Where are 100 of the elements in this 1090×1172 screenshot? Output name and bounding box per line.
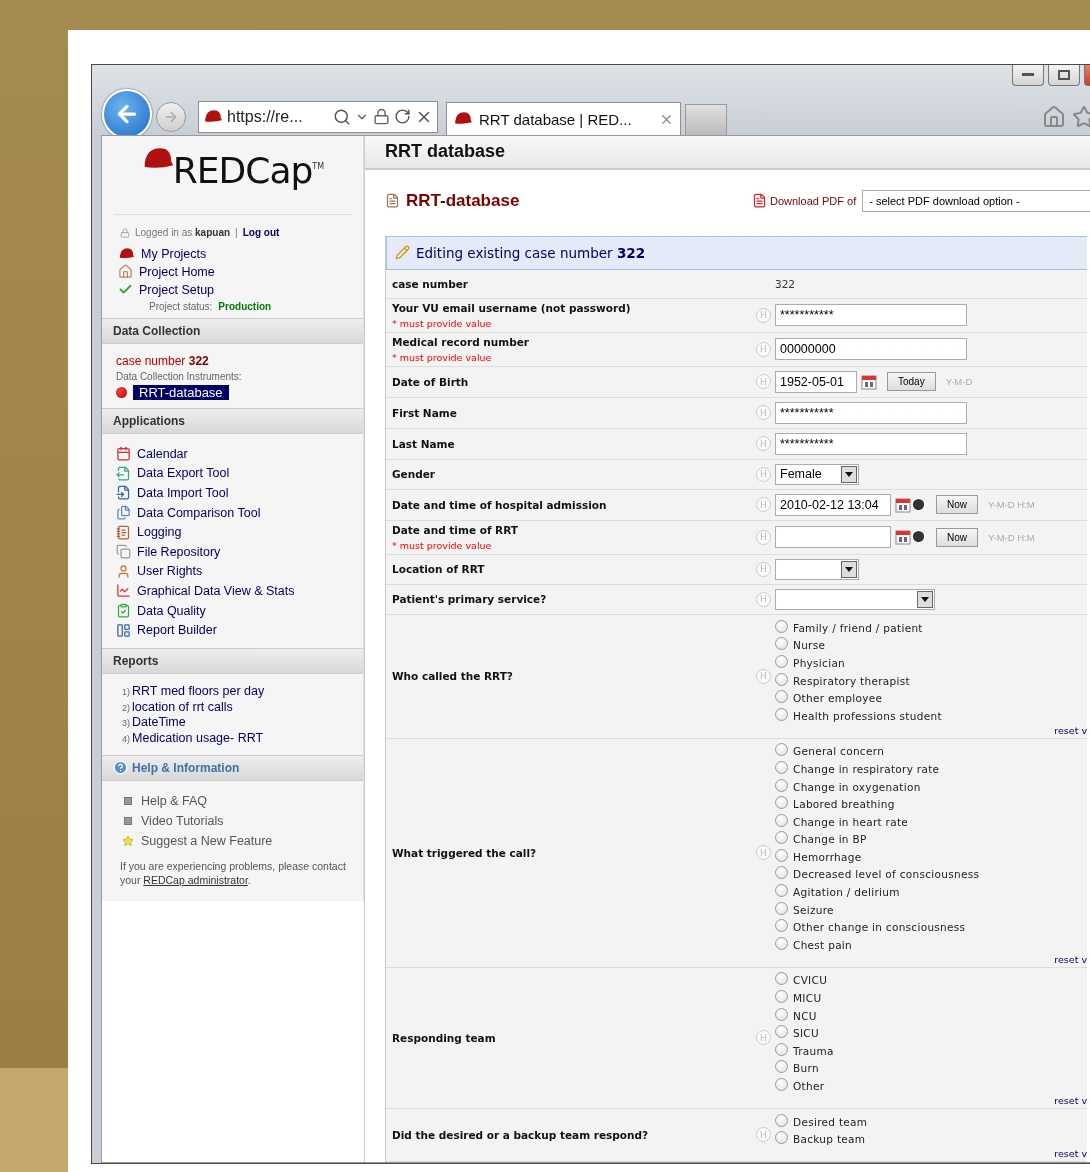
admin-link[interactable]: REDCap administrator xyxy=(143,873,248,886)
format-hint: Y-M-D xyxy=(945,376,973,388)
radio-option[interactable]: Labored breathing xyxy=(775,795,1087,813)
radio-option[interactable]: Health professions student xyxy=(775,706,1087,725)
field-label: Your VU email username (not password) xyxy=(392,301,632,314)
field-label: Responding team xyxy=(392,1031,497,1044)
required-note: * must provide value xyxy=(392,317,493,329)
reset-link[interactable]: reset v xyxy=(1054,953,1087,965)
browser-tab[interactable]: RRT database | RED... xyxy=(446,101,681,136)
radio-option[interactable]: NCU xyxy=(775,1006,1087,1025)
section-header: Applications xyxy=(102,408,363,434)
report-link[interactable]: 1) RRT med floors per day xyxy=(116,683,363,700)
reset-link[interactable]: reset v xyxy=(1054,1094,1087,1106)
pdf-dropdown[interactable]: - select PDF download option - xyxy=(862,189,1090,212)
report-link[interactable]: 4) Medication usage- RRT xyxy=(116,731,363,747)
text-field[interactable]: 00000000 xyxy=(775,338,967,361)
radio-option[interactable]: Change in oxygenation xyxy=(775,777,1087,796)
logout-link[interactable]: Log out xyxy=(242,227,280,238)
app-link[interactable]: Data Export Tool xyxy=(116,463,363,484)
radio-option[interactable]: Change in BP xyxy=(775,830,1087,849)
radio-option[interactable]: General concern xyxy=(775,742,1087,761)
field-label: Gender xyxy=(392,468,437,481)
radio-option[interactable]: Change in heart rate xyxy=(775,812,1087,831)
login-text: Logged in as kapuan xyxy=(135,227,231,238)
radio-option[interactable]: Seizure xyxy=(775,900,1087,919)
format-hint: Y-M-D H:M xyxy=(988,499,1035,511)
project-status: Project status: Production xyxy=(148,300,273,314)
radio-option[interactable]: Agitation / delirium xyxy=(775,883,1087,901)
field-label: Who called the RRT? xyxy=(392,670,514,683)
section-header: Help & Information xyxy=(102,754,363,781)
field-label: Location of RRT xyxy=(392,563,486,576)
field-label: Date of Birth xyxy=(392,375,470,388)
logo-text: REDCap xyxy=(172,150,313,191)
format-hint: Y-M-D H:M xyxy=(988,531,1035,543)
required-note: * must provide value xyxy=(392,351,493,363)
field-label: First Name xyxy=(392,406,458,419)
help-note: If you are experiencing problems, please contact your REDCap administrator. xyxy=(120,858,347,887)
app-link[interactable]: Graphical Data View & Stats xyxy=(116,581,363,601)
app-link[interactable]: File Repository xyxy=(116,541,363,562)
app-link[interactable]: Data Comparison Tool xyxy=(116,502,363,523)
radio-option[interactable]: Decreased level of consciousness xyxy=(775,865,1087,884)
radio-option[interactable]: Backup team xyxy=(775,1130,1087,1148)
radio-option[interactable]: MICU xyxy=(775,989,1087,1007)
app-link[interactable]: Report Builder xyxy=(116,620,363,640)
radio-option[interactable]: Chest pain xyxy=(775,936,1087,954)
radio-option[interactable]: Other xyxy=(775,1077,1087,1095)
radio-option[interactable]: Desired team xyxy=(775,1112,1087,1131)
report-link[interactable]: 3) DateTime xyxy=(116,715,363,731)
instruments-label: Data Collection Instruments: xyxy=(116,371,243,382)
radio-option[interactable]: Physician xyxy=(775,654,1087,672)
text-field[interactable]: *********** xyxy=(775,432,967,455)
app-link[interactable]: User Rights xyxy=(116,561,363,582)
text-field[interactable]: *********** xyxy=(775,401,967,424)
date-field[interactable]: 1952-05-01 xyxy=(775,370,857,393)
editing-text: Editing existing case number 322 xyxy=(416,244,646,261)
radio-option[interactable]: Change in respiratory rate xyxy=(775,760,1087,778)
help-link[interactable]: Video Tutorials xyxy=(116,810,363,831)
today-button[interactable]: Today xyxy=(887,372,936,392)
report-link[interactable]: 2) location of rrt calls xyxy=(116,699,363,716)
required-note: * must provide value xyxy=(392,539,493,551)
form-title: RRT-database xyxy=(406,190,521,211)
instrument-link[interactable]: RRT-database xyxy=(133,385,229,400)
reset-link[interactable]: reset v xyxy=(1054,1148,1087,1159)
pdf-link[interactable]: Download PDF of xyxy=(752,193,857,209)
field-value: 322 xyxy=(775,277,796,290)
section-header: Reports xyxy=(102,647,363,674)
field-label: Did the desired or a backup team respond? xyxy=(392,1128,650,1141)
field-label: Patient's primary service? xyxy=(392,593,548,606)
help-link[interactable]: Help & FAQ xyxy=(116,790,363,811)
address-bar[interactable]: https://re... xyxy=(198,100,438,133)
radio-option[interactable]: Nurse xyxy=(775,636,1087,655)
radio-option[interactable]: CVICU xyxy=(775,971,1087,990)
radio-option[interactable]: SICU xyxy=(775,1024,1087,1043)
separator: | xyxy=(235,227,238,238)
app-link[interactable]: Logging xyxy=(116,522,363,542)
field-label: Last Name xyxy=(392,437,456,450)
record-label: case number 322 xyxy=(116,354,210,368)
radio-option[interactable]: Respiratory therapist xyxy=(775,671,1087,690)
app-link[interactable]: Calendar xyxy=(116,444,363,464)
reset-link[interactable]: reset v xyxy=(1054,724,1087,736)
text-field[interactable]: *********** xyxy=(775,304,967,327)
app-link[interactable]: Data Import Tool xyxy=(116,483,363,503)
now-button[interactable]: Now xyxy=(936,495,978,515)
nav-link[interactable]: Project Home xyxy=(118,264,363,279)
radio-option[interactable]: Other employee xyxy=(775,689,1087,707)
radio-option[interactable]: Other change in consciousness xyxy=(775,918,1087,937)
nav-link[interactable]: Project Setup xyxy=(118,282,363,297)
field-label: Date and time of hospital admission xyxy=(392,498,608,511)
field-label: case number xyxy=(392,277,470,290)
nav-link[interactable]: My Projects xyxy=(118,247,363,261)
now-button[interactable]: Now xyxy=(936,527,978,547)
radio-option[interactable]: Burn xyxy=(775,1059,1087,1078)
radio-option[interactable]: Family / friend / patient xyxy=(775,618,1087,637)
app-link[interactable]: Data Quality xyxy=(116,600,363,621)
radio-option[interactable]: Hemorrhage xyxy=(775,848,1087,866)
page-title: RRT database xyxy=(385,141,506,163)
radio-option[interactable]: Trauma xyxy=(775,1042,1087,1060)
dropdown[interactable]: Female xyxy=(775,463,859,485)
datetime-field[interactable]: 2010-02-12 13:04 xyxy=(775,493,891,516)
help-link[interactable]: Suggest a New Feature xyxy=(116,830,363,851)
